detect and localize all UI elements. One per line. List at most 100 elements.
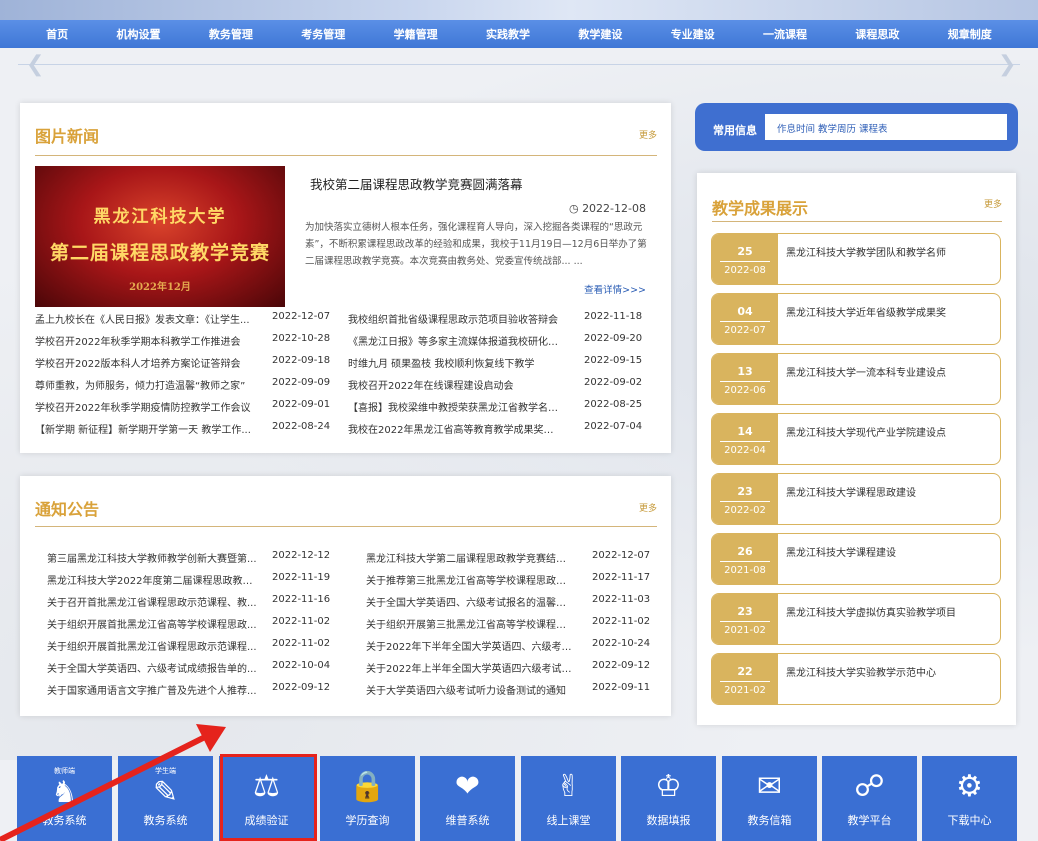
title-divider [35,155,657,156]
date-day: 04 [737,305,753,318]
nav-item[interactable]: 首页 [46,26,68,42]
feature-summary: 为加快落实立德树人根本任务，强化课程育人导向，深入挖掘各类课程的“思政元素”，不… [305,222,647,267]
achievement-title[interactable]: 黑龙江科技大学课程思政建设 [786,484,916,499]
list-item-title[interactable]: 黑龙江科技大学2022年度第二届课程思政教学... [47,572,257,587]
date-day: 23 [737,605,753,618]
list-item-title[interactable]: 学校召开2022版本科人才培养方案论证答辩会 [35,355,253,370]
date-day: 22 [737,665,753,678]
date-divider [720,681,770,682]
common-info-links-text[interactable]: 作息时间 教学周历 课程表 [777,121,888,135]
common-info-links[interactable]: 作息时间 教学周历 课程表 [765,114,1007,140]
chevron-left-icon[interactable]: ❮ [26,52,44,77]
quick-link-tile[interactable]: ♔ 数据填报 [621,756,716,841]
achievement-card[interactable]: 23 2021-02 黑龙江科技大学虚拟仿真实验教学项目 [711,593,1001,645]
list-item-date: 2022-12-07 [272,311,331,322]
list-item-date: 2022-11-16 [272,594,331,605]
achievement-card[interactable]: 25 2022-08 黑龙江科技大学教学团队和教学名师 [711,233,1001,285]
feature-date: ◷ 2022-12-08 [569,202,646,215]
date-year-month: 2021-08 [724,565,766,576]
image-text: 2022年12月 [129,282,191,293]
nav-item[interactable]: 考务管理 [301,26,345,42]
list-item-date: 2022-08-25 [584,399,643,410]
people-chart-icon: ♔ [655,769,682,804]
nav-item[interactable]: 课程思政 [855,26,899,42]
notice-panel: 通知公告 更多 第三届黑龙江科技大学教师教学创新大赛暨第... 2022-12-1… [20,476,671,716]
achievement-title[interactable]: 黑龙江科技大学虚拟仿真实验教学项目 [786,604,956,619]
achievement-title[interactable]: 黑龙江科技大学一流本科专业建设点 [786,364,946,379]
list-item-title[interactable]: 关于组织开展首批黑龙江省课程思政示范课程... [47,638,257,653]
list-item-date: 2022-10-04 [272,660,331,671]
achievement-card[interactable]: 14 2022-04 黑龙江科技大学现代产业学院建设点 [711,413,1001,465]
date-block: 14 2022-04 [712,414,778,464]
quick-link-tile[interactable]: ✌ 线上课堂 [521,756,616,841]
list-item-title[interactable]: 我校在2022年黑龙江省高等教育教学成果奖评... [348,421,560,436]
date-block: 23 2021-02 [712,594,778,644]
date-year-month: 2021-02 [724,685,766,696]
list-item-title[interactable]: 尊师重教，为师服务，倾力打造温馨“教师之家” [35,377,253,392]
list-item-title[interactable]: 关于推荐第三批黑龙江省高等学校课程思政示... [366,572,573,587]
list-item-title[interactable]: 关于国家通用语言文字推广普及先进个人推荐... [47,682,257,697]
achievement-title[interactable]: 黑龙江科技大学课程建设 [786,544,896,559]
list-item-title[interactable]: 关于全国大学英语四、六级考试报名的温馨提示 [366,594,573,609]
quick-link-tile[interactable]: ❤ 维普系统 [420,756,515,841]
quick-link-tile[interactable]: 🔒 学历查询 [320,756,415,841]
achievement-card[interactable]: 13 2022-06 黑龙江科技大学一流本科专业建设点 [711,353,1001,405]
list-item-title[interactable]: 《黑龙江日报》等多家主流媒体报道我校研化学... [348,333,560,348]
date-block: 26 2021-08 [712,534,778,584]
list-item-title[interactable]: 学校召开2022年秋季学期本科教学工作推进会 [35,333,253,348]
view-detail-link[interactable]: 查看详情>>> [584,282,646,296]
list-item-title[interactable]: 我校组织首批省级课程思政示范项目验收答辩会 [348,311,560,326]
list-item-title[interactable]: 黑龙江科技大学第二届课程思政教学竞赛结果... [366,550,573,565]
list-item-date: 2022-11-18 [584,311,643,322]
image-text: 第二届课程思政教学竞赛 [49,242,270,264]
list-item-title[interactable]: 关于2022年上半年全国大学英语四六级考试易... [366,660,573,675]
list-item-title[interactable]: 学校召开2022年秋季学期疫情防控教学工作会议 [35,399,253,414]
achievement-card[interactable]: 22 2021-02 黑龙江科技大学实验教学示范中心 [711,653,1001,705]
list-item-date: 2022-09-12 [272,682,331,693]
nav-item[interactable]: 学籍管理 [394,26,438,42]
achievement-card[interactable]: 04 2022-07 黑龙江科技大学近年省级教学成果奖 [711,293,1001,345]
list-item-title[interactable]: 关于组织开展首批黑龙江省高等学校课程思政... [47,616,257,631]
list-item-title[interactable]: 我校召开2022年在线课程建设启动会 [348,377,560,392]
feature-image[interactable]: 黑龙江科技大学 第二届课程思政教学竞赛 2022年12月 [35,166,285,307]
list-item-title[interactable]: 关于召开首批黑龙江省课程思政示范课程、教... [47,594,257,609]
list-item-title[interactable]: 【喜报】我校梁维中教授荣获黑龙江省教学名师奖 [348,399,560,414]
list-item-date: 2022-09-18 [272,355,331,366]
list-item-title[interactable]: 关于全国大学英语四、六级考试成绩报告单的... [47,660,257,675]
feature-title[interactable]: 我校第二届课程思政教学竞赛圆满落幕 [310,174,523,193]
feature-date-text: 2022-12-08 [582,202,646,215]
achievement-title[interactable]: 黑龙江科技大学近年省级教学成果奖 [786,304,946,319]
achievement-card[interactable]: 26 2021-08 黑龙江科技大学课程建设 [711,533,1001,585]
date-divider [720,621,770,622]
nav-item[interactable]: 教务管理 [209,26,253,42]
quick-link-tile[interactable]: ⚙ 下载中心 [922,756,1017,841]
achievement-card[interactable]: 23 2022-02 黑龙江科技大学课程思政建设 [711,473,1001,525]
list-item-title[interactable]: 关于组织开展第三批黑龙江省高等学校课程思... [366,616,573,631]
list-item-date: 2022-11-02 [272,638,331,649]
more-link[interactable]: 更多 [639,128,657,141]
list-item-title[interactable]: 时维九月 硕果盈枝 我校顺利恢复线下教学 [348,355,560,370]
date-divider [720,261,770,262]
nav-item[interactable]: 一流课程 [763,26,807,42]
list-item-title[interactable]: 【新学期 新征程】新学期开学第一天 教学工作... [35,421,253,436]
quick-link-tile[interactable]: ☍ 教学平台 [822,756,917,841]
more-link[interactable]: 更多 [639,501,657,514]
achievement-title[interactable]: 黑龙江科技大学实验教学示范中心 [786,664,936,679]
nav-item[interactable]: 实践教学 [486,26,530,42]
chevron-right-icon[interactable]: ❯ [998,52,1016,77]
nav-item[interactable]: 规章制度 [948,26,992,42]
nav-item[interactable]: 机构设置 [117,26,161,42]
list-item-title[interactable]: 关于2022年下半年全国大学英语四、六级考试... [366,638,573,653]
nav-item[interactable]: 教学建设 [578,26,622,42]
achievement-title[interactable]: 黑龙江科技大学教学团队和教学名师 [786,244,946,259]
tile-label: 维普系统 [445,814,490,827]
achievement-title[interactable]: 黑龙江科技大学现代产业学院建设点 [786,424,946,439]
list-item-date: 2022-09-02 [584,377,643,388]
date-block: 13 2022-06 [712,354,778,404]
list-item-title[interactable]: 第三届黑龙江科技大学教师教学创新大赛暨第... [47,550,257,565]
list-item-title[interactable]: 关于大学英语四六级考试听力设备测试的通知 [366,682,573,697]
nav-item[interactable]: 专业建设 [671,26,715,42]
list-item-title[interactable]: 孟上九校长在《人民日报》发表文章：《让学生... [35,311,253,326]
quick-link-tile[interactable]: ✉ 教务信箱 [722,756,817,841]
more-link[interactable]: 更多 [984,197,1002,210]
